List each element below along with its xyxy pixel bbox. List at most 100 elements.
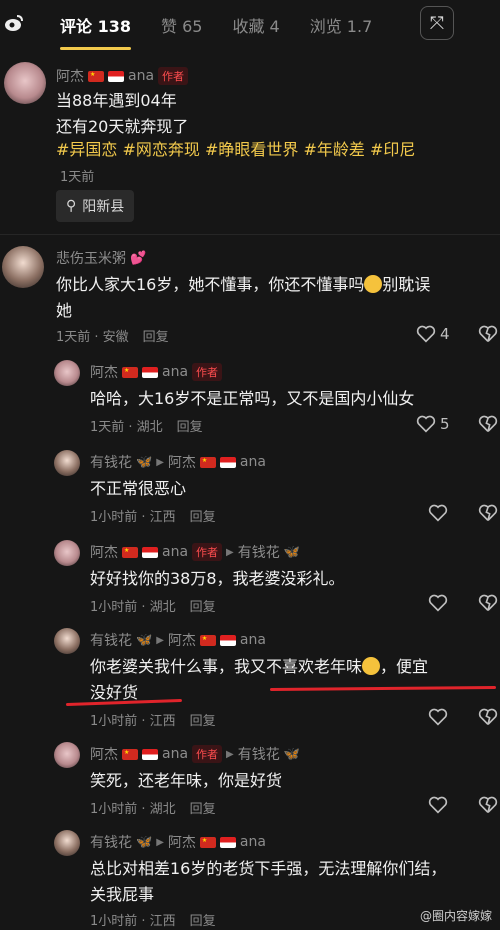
reply-arrow-icon: ▶ [156, 836, 164, 848]
reply-arrow-icon: ▶ [226, 748, 234, 760]
reply-arrow-icon: ▶ [156, 634, 164, 646]
reply-button[interactable]: 回复 [190, 910, 216, 929]
comment-text: 总比对相差16岁的老货下手强，无法理解你们结， [90, 859, 447, 878]
indonesia-flag-icon [142, 366, 158, 378]
china-flag-icon [199, 836, 216, 848]
butterfly-icon: 🦋 [283, 544, 300, 560]
comment-meta: 1小时前 · 江西 回复 [90, 506, 216, 525]
author-suffix: ana [128, 68, 155, 84]
author-badge: 作者 [158, 67, 189, 85]
comment-text: 哈哈，大16岁不是正常吗，又不是国内小仙女 [90, 389, 415, 408]
comment-text: 你比人家大16岁，她不懂事，你还不懂事吗 别耽误 [56, 275, 431, 294]
comment-meta: 1小时前 · 江西 回复 [90, 710, 216, 729]
heart-icon [416, 415, 436, 433]
comment-user: 有钱花 🦋 ▶ 阿杰 ana [90, 452, 266, 472]
butterfly-icon: 🦋 [136, 632, 153, 648]
reply-button[interactable]: 回复 [177, 416, 203, 435]
avatar[interactable] [4, 62, 46, 104]
watermark: @圈内容嫁嫁 [419, 909, 492, 923]
avatar[interactable] [54, 628, 80, 654]
indonesia-flag-icon [108, 70, 124, 82]
comment-user: 阿杰 ana 作者 ▶ 有钱花 🦋 [90, 542, 300, 562]
reply-button[interactable]: 回复 [190, 596, 216, 615]
smile-emoji-icon [364, 275, 383, 293]
tab-views[interactable]: 浏览 1.7 [310, 13, 373, 37]
comment-text: 不正常很恶心 [90, 479, 187, 498]
comment-text: 你老婆关我什么事，我又不喜欢老年味 ，便宜 [90, 657, 429, 676]
avatar[interactable] [54, 742, 80, 768]
like-button[interactable]: 4 [416, 325, 450, 343]
china-flag-icon [122, 546, 138, 558]
post-author: 阿杰 ana 作者 [56, 66, 189, 86]
avatar[interactable] [54, 450, 80, 476]
comment-text-cont: 她 [56, 301, 73, 320]
comment-user: 有钱花 🦋 ▶ 阿杰 ana [90, 630, 266, 650]
like-button[interactable]: 5 [416, 415, 450, 433]
tab-likes[interactable]: 赞 65 [161, 13, 202, 37]
like-button[interactable] [428, 594, 448, 612]
tab-comments[interactable]: 评论 138 [60, 13, 131, 50]
active-tab-indicator [60, 47, 131, 50]
comment-user: 阿杰 ana 作者 ▶ 有钱花 🦋 [90, 744, 300, 764]
comment-user: 阿杰 ana 作者 [90, 362, 223, 382]
dislike-button[interactable] [478, 796, 498, 814]
comment-meta: 1小时前 · 湖北 回复 [90, 596, 216, 615]
heart-icon [428, 594, 448, 612]
dislike-button[interactable] [478, 708, 498, 726]
broken-heart-icon [478, 415, 498, 432]
dislike-button[interactable] [478, 504, 498, 522]
author-badge: 作者 [192, 543, 223, 561]
china-flag-icon [122, 366, 138, 378]
comment-user: 悲伤玉米粥 💕 [56, 250, 147, 268]
reply-arrow-icon: ▶ [226, 546, 234, 558]
indonesia-flag-icon [142, 748, 158, 760]
like-button[interactable] [428, 796, 448, 814]
post-hashtags[interactable]: #异国恋 #网恋奔现 #睁眼看世界 #年龄差 #印尼 [56, 136, 415, 160]
reply-button[interactable]: 回复 [190, 506, 216, 525]
like-button[interactable] [428, 504, 448, 522]
tab-favorites[interactable]: 收藏 4 [232, 13, 279, 37]
avatar[interactable] [54, 360, 80, 386]
comment-meta: 1小时前 · 湖北 回复 [90, 798, 216, 817]
like-button[interactable] [428, 708, 448, 726]
heart-icon [428, 504, 448, 522]
comment-meta: 1天前 · 安徽 回复 [56, 326, 169, 345]
avatar[interactable] [54, 830, 80, 856]
china-flag-icon [199, 456, 216, 468]
avatar[interactable] [2, 246, 44, 288]
heart-emoji-icon: 💕 [130, 250, 147, 266]
author-badge: 作者 [192, 745, 223, 763]
broken-heart-icon [478, 708, 498, 725]
broken-heart-icon [478, 594, 498, 611]
location-chip[interactable]: ⚲ 阳新县 [56, 190, 135, 222]
comment-user: 有钱花 🦋 ▶ 阿杰 ana [90, 832, 266, 852]
indonesia-flag-icon [219, 634, 236, 646]
reply-button[interactable]: 回复 [190, 798, 216, 817]
heart-icon [428, 796, 448, 814]
indonesia-flag-icon [219, 836, 236, 848]
comment-meta: 1天前 · 湖北 回复 [90, 416, 203, 435]
china-flag-icon [88, 70, 104, 82]
dislike-button[interactable] [478, 594, 498, 612]
expand-icon[interactable]: ⤧ [420, 6, 454, 40]
dislike-button[interactable] [478, 325, 498, 343]
broken-heart-icon [478, 796, 498, 813]
comment-text: 笑死，还老年味，你是好货 [90, 771, 283, 790]
butterfly-icon: 🦋 [283, 746, 300, 762]
comment-text: 好好找你的38万8，我老婆没彩礼。 [90, 569, 345, 588]
avatar[interactable] [54, 540, 80, 566]
author-name[interactable]: 阿杰 [56, 66, 84, 86]
dislike-button[interactable] [478, 415, 498, 433]
annotation-underline [269, 686, 497, 691]
china-flag-icon [199, 634, 216, 646]
divider [0, 234, 500, 235]
author-badge: 作者 [192, 363, 223, 381]
butterfly-icon: 🦋 [136, 834, 153, 850]
indonesia-flag-icon [142, 546, 158, 558]
reply-button[interactable]: 回复 [190, 710, 216, 729]
comment-text-cont: 关我屁事 [90, 885, 155, 904]
sweat-emoji-icon [362, 657, 381, 675]
indonesia-flag-icon [219, 456, 236, 468]
reply-button[interactable]: 回复 [143, 326, 169, 345]
reply-arrow-icon: ▶ [156, 456, 164, 468]
